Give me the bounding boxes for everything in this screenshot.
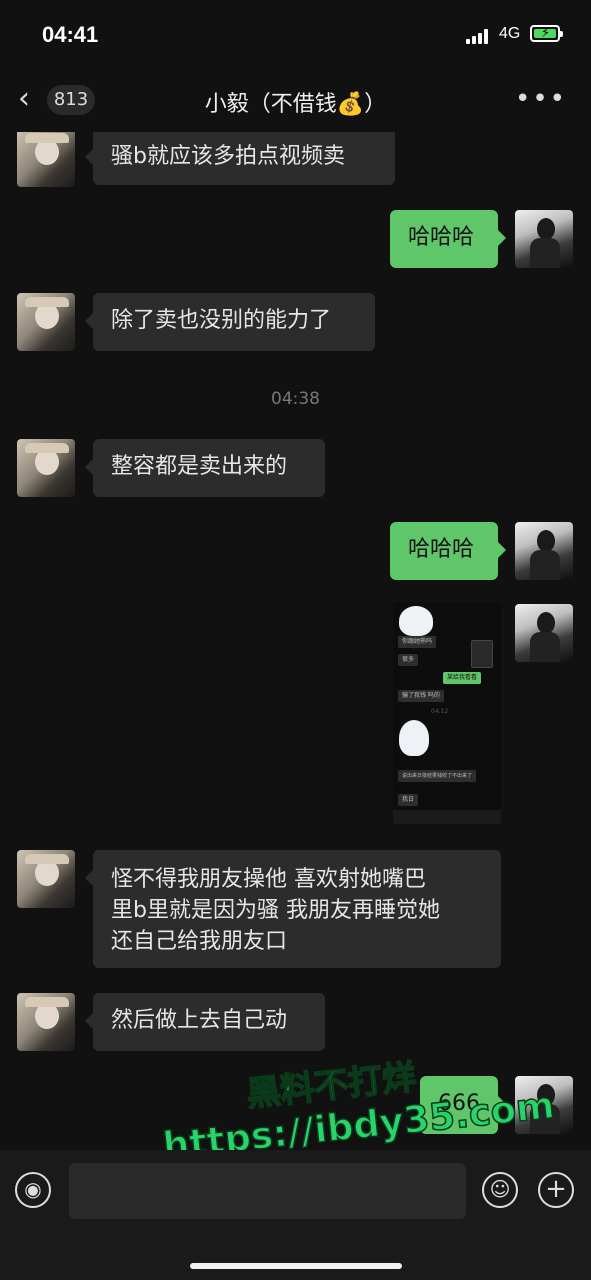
message-bubble-incoming[interactable]: 怪不得我朋友操他 喜欢射她嘴巴 里b里就是因为骚 我朋友再睡觉她 还自己给我朋友… xyxy=(85,850,501,968)
mini-text: 你跟她熟吗 xyxy=(398,636,437,648)
mini-text: 骗了我钱 吗的 xyxy=(398,690,444,702)
message-bubble-outgoing[interactable]: 哈哈哈 xyxy=(390,522,506,580)
contact-avatar[interactable] xyxy=(17,439,75,497)
mini-text: 04:12 xyxy=(431,708,449,715)
contact-avatar[interactable] xyxy=(17,132,75,187)
mini-text: 某给我看看 xyxy=(443,672,482,684)
chat-title: 小毅（不借钱💰） xyxy=(204,92,387,117)
status-bar: 04:41 4G ⚡ xyxy=(0,0,591,70)
contact-avatar[interactable] xyxy=(17,850,75,908)
message-bubble-incoming[interactable]: 然后做上去自己动 xyxy=(85,993,325,1051)
my-avatar[interactable] xyxy=(515,522,573,580)
mini-text: 说出来日批结果钱收了不出来了 xyxy=(398,770,477,782)
message-bubble-incoming[interactable]: 整容都是卖出来的 xyxy=(85,439,325,497)
bunny-sticker-icon xyxy=(399,720,429,756)
my-avatar[interactable] xyxy=(515,210,573,268)
mini-text: 很多 xyxy=(398,654,419,666)
message-list[interactable]: 骚b就应该多拍点视频卖 哈哈哈 除了卖也没别的能力了 04:38 整容都是卖出来… xyxy=(0,132,591,1150)
my-avatar[interactable] xyxy=(515,604,573,662)
message-bubble-outgoing[interactable]: 哈哈哈 xyxy=(390,210,506,268)
voice-icon[interactable]: ◉ xyxy=(15,1172,51,1208)
message-timestamp: 04:38 xyxy=(271,389,320,409)
signal-icon xyxy=(466,28,492,44)
message-input[interactable] xyxy=(69,1163,466,1219)
screenshot-image-message[interactable]: 你跟她熟吗 很多 某给我看看 骗了我钱 吗的 04:12 说出来日批结果钱收了不… xyxy=(393,602,501,824)
message-bubble-incoming[interactable]: 骚b就应该多拍点视频卖 xyxy=(85,132,395,185)
more-options-icon[interactable]: ••• xyxy=(515,84,567,114)
contact-avatar[interactable] xyxy=(17,293,75,351)
status-time: 04:41 xyxy=(42,22,99,47)
mini-input-bar xyxy=(393,810,501,824)
emoji-icon[interactable]: ☺ xyxy=(482,1172,518,1208)
input-bar: ◉ ☺ + xyxy=(0,1150,591,1280)
mini-text: 我日 xyxy=(398,794,419,806)
message-bubble-incoming[interactable]: 除了卖也没别的能力了 xyxy=(85,293,375,351)
add-icon[interactable]: + xyxy=(538,1172,574,1208)
bear-sticker-icon xyxy=(399,606,433,636)
contact-avatar[interactable] xyxy=(17,993,75,1051)
chat-header: ‹ 813 小毅（不借钱💰） ••• xyxy=(0,70,591,132)
battery-icon: ⚡ xyxy=(530,25,563,42)
home-indicator xyxy=(190,1263,402,1269)
network-label: 4G xyxy=(499,25,521,42)
